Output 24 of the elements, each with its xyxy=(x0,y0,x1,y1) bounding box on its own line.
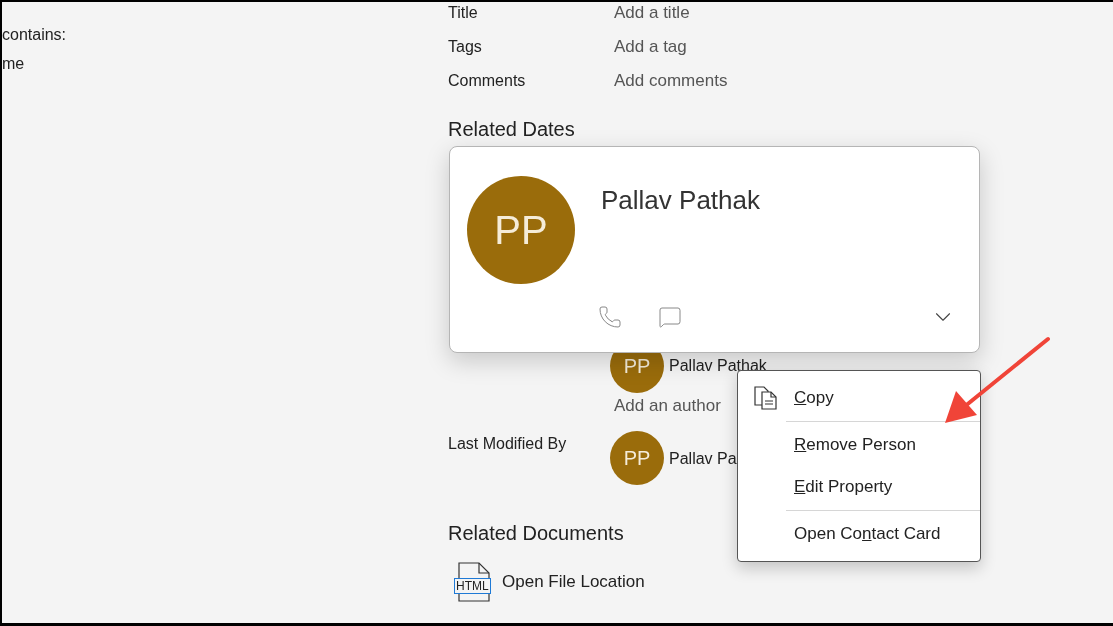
avatar: PP xyxy=(467,176,575,284)
property-field[interactable]: Add comments xyxy=(614,68,814,94)
property-label: Title xyxy=(448,3,479,23)
menu-item[interactable]: Edit Property xyxy=(738,466,980,508)
menu-item[interactable]: Copy xyxy=(738,377,980,419)
menu-item[interactable]: Open Contact Card xyxy=(738,513,980,555)
menu-item[interactable]: Remove Person xyxy=(738,424,980,466)
section-heading: Related Dates xyxy=(448,117,575,142)
property-field[interactable]: Add a title xyxy=(614,0,814,26)
section-heading: Related Documents xyxy=(448,520,624,546)
person-name[interactable]: Pallav Pa xyxy=(669,446,737,471)
contact-name: Pallav Pathak xyxy=(601,184,761,217)
copy-icon xyxy=(753,386,779,410)
property-label: Comments xyxy=(448,71,527,91)
pane-text: me xyxy=(2,54,26,74)
pane-text: contains: xyxy=(2,25,68,45)
author-field[interactable]: Add an author xyxy=(614,393,734,419)
chat-icon[interactable] xyxy=(658,305,682,329)
property-label: Last Modified By xyxy=(448,433,568,454)
property-label: Tags xyxy=(448,37,483,57)
phone-icon[interactable] xyxy=(598,305,622,329)
avatar: PP xyxy=(610,430,664,485)
property-field[interactable]: Add a tag xyxy=(614,34,814,60)
link[interactable]: Open File Location xyxy=(502,568,645,595)
